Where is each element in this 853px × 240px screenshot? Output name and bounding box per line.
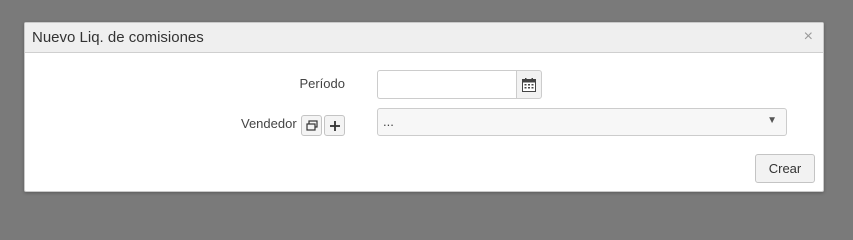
periodo-input[interactable] [377, 70, 517, 99]
calendar-icon [522, 78, 536, 92]
vendedor-select[interactable]: ... ▼ [377, 108, 787, 136]
add-vendedor-button[interactable] [324, 115, 345, 136]
vendedor-label: Vendedor [241, 116, 297, 131]
dialog-titlebar: Nuevo Liq. de comisiones × [25, 23, 823, 53]
plus-icon [330, 121, 340, 131]
modal-dialog: Nuevo Liq. de comisiones × Período Vende… [24, 22, 824, 192]
windows-icon [306, 120, 318, 131]
vendedor-selected-value: ... [383, 114, 394, 129]
dropdown-arrow-icon: ▼ [767, 115, 777, 126]
close-icon[interactable]: × [804, 28, 813, 46]
crear-button[interactable]: Crear [755, 154, 815, 183]
periodo-label: Período [299, 76, 345, 91]
periodo-field-group [377, 70, 542, 99]
open-window-button[interactable] [301, 115, 322, 136]
calendar-button[interactable] [516, 70, 542, 99]
dialog-title: Nuevo Liq. de comisiones [32, 29, 204, 46]
